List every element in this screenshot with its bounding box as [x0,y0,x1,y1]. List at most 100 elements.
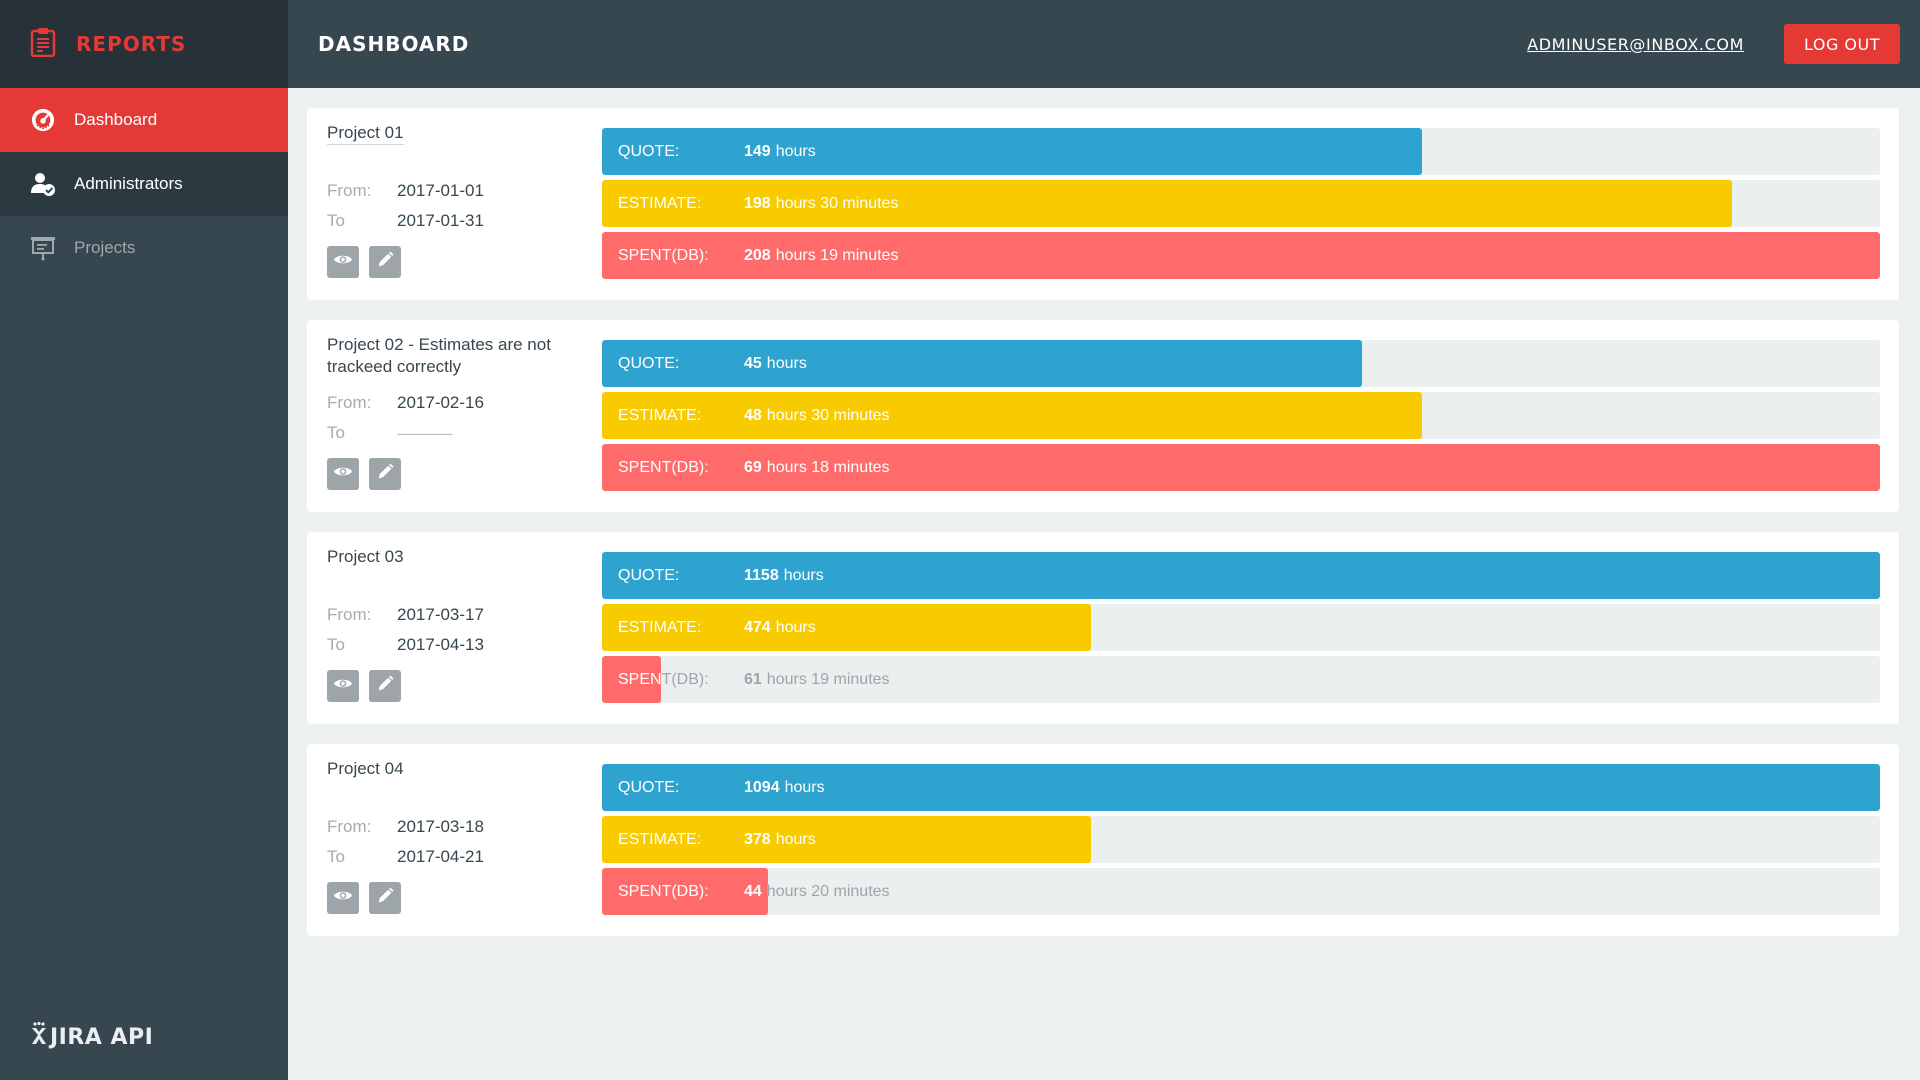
logout-button[interactable]: LOG OUT [1784,24,1900,64]
quote-bar-fill: QUOTE: 149 hours [602,128,1423,175]
user-check-icon [30,171,56,197]
to-label: To [327,423,345,442]
sidebar-item-projects[interactable]: Projects [0,216,288,280]
spent-bar-unit-text: hours 19 minutes [775,246,899,264]
jira-logo-icon [30,1021,50,1052]
to-row: To --------------- [327,418,484,448]
quote-bar-text: QUOTE: 45hours [602,340,1362,387]
estimate-bar-unit-text: hours [775,618,816,636]
spent-bar-hours-value: 44 [744,882,762,900]
estimate-bar-fill: ESTIMATE: 48 hours 30 minutes [602,392,1423,439]
project-info: Project 04 [327,758,582,780]
pencil-icon [376,674,394,698]
eye-icon [333,253,353,271]
estimate-bar-label: ESTIMATE: [618,830,702,848]
estimate-bar-text: ESTIMATE: 378hours [602,816,1091,863]
spent-bar-text: SPENT(DB): 44 hours 20 minutes [602,868,1880,915]
from-label: From: [327,181,372,200]
sidebar-item-label: Administrators [74,174,183,193]
spent-bar-track: SPENT(DB):61hours 19 minutesSPENT(DB): 61… [602,656,1880,703]
quote-bar-hours-value: 45 [744,354,762,372]
hours-bars: QUOTE:45hoursQUOTE:45hoursESTIMATE:48hou… [602,340,1880,496]
spent-bar-label: SPENT(DB): [618,882,709,900]
edit-button[interactable] [369,670,401,702]
quote-bar-hours-value: 1094 [744,778,780,796]
to-label: To [327,211,345,230]
from-row: From: 2017-02-16 [327,388,484,418]
sidebar-item-administrators[interactable]: Administrators [0,152,288,216]
quote-bar-label: QUOTE: [618,142,680,160]
pencil-icon [376,886,394,910]
estimate-bar-unit-text: hours 30 minutes [766,406,890,424]
spent-bar-track: SPENT(DB): 44 hours 20 minutesSPENT(DB): 44… [602,868,1880,915]
spent-bar-track: SPENT(DB): 208hours 19 minutesSPENT(DB): 2… [602,232,1880,279]
edit-button[interactable] [369,246,401,278]
estimate-bar-text: ESTIMATE: 198hours 30 minutes [602,180,1732,227]
sidebar-item-dashboard[interactable]: Dashboard [0,88,288,152]
to-row: To 2017-01-31 [327,206,484,236]
to-row: To 2017-04-21 [327,842,484,872]
spent-bar-unit-text: hours 20 minutes [767,883,768,901]
spent-bar-fill: SPENT(DB): 208 hours 19 minutes [602,232,1880,279]
project-dates: From: 2017-03-18 To 2017-04-21 [327,812,484,872]
view-button[interactable] [327,882,359,914]
estimate-bar-hours-value: 48 [744,406,762,424]
from-row: From: 2017-03-17 [327,600,484,630]
project-card-4: Project 04 From: 2017-03-18 To 2017-04-2… [307,744,1899,936]
spent-bar-fill: SPENT(DB):61hours 19 minutes [602,656,661,703]
quote-bar-unit-text: hours [783,566,824,584]
quote-bar-fill: QUOTE: 1094 hours [602,764,1880,811]
brand[interactable]: REPORTS [0,0,288,88]
presentation-board-icon [30,235,56,261]
quote-bar-track: QUOTE: 149hoursQUOTE: 149hours [602,128,1880,175]
to-date: 2017-04-21 [397,847,484,866]
project-title[interactable]: Project 03 [327,546,404,568]
from-label: From: [327,817,372,836]
view-button[interactable] [327,246,359,278]
spent-bar-hours-value: 69 [744,458,762,476]
estimate-bar-track: ESTIMATE: 48hours 30 minutesESTIMATE: 48ho… [602,392,1880,439]
pencil-icon [376,250,394,274]
estimate-bar-unit-text: hours [775,830,816,848]
sidebar-nav: Dashboard Administrators Projects [0,88,288,280]
quote-bar-text: QUOTE: 149hours [602,128,1422,175]
spent-bar-label: SPENT(DB): [618,246,709,264]
estimate-bar-hours-value: 378 [744,830,771,848]
spent-bar-text: SPENT(DB): 44 hours 20 minutes [602,868,768,915]
pencil-icon [376,462,394,486]
from-row: From: 2017-03-18 [327,812,484,842]
spent-bar-unit-text: hours 18 minutes [766,458,890,476]
spent-bar-text: SPENT(DB): 69hours 18 minutes [602,444,1880,491]
quote-bar-text: QUOTE: 1158hours [602,552,1880,599]
estimate-bar-unit-text: hours 30 minutes [775,194,899,212]
user-email-link[interactable]: ADMINUSER@INBOX.COM [1527,35,1744,54]
to-date: 2017-01-31 [397,211,484,230]
eye-icon [333,465,353,483]
sidebar-item-label: Projects [74,238,136,257]
view-button[interactable] [327,458,359,490]
to-date: --------------- [397,425,453,441]
estimate-bar-fill: ESTIMATE: 198 hours 30 minutes [602,180,1732,227]
to-row: To 2017-04-13 [327,630,484,660]
edit-button[interactable] [369,882,401,914]
quote-bar-hours-value: 1158 [744,566,779,584]
spent-bar-text: SPENT(DB):61hours 19 minutes [602,656,661,703]
estimate-bar-label: ESTIMATE: [618,406,702,424]
project-info: Project 03 [327,546,582,568]
footer-logo-text: JIRA API [50,1024,154,1050]
project-actions [327,670,401,702]
project-actions [327,882,401,914]
quote-bar-text: QUOTE: 1094hours [602,764,1880,811]
project-title[interactable]: Project 01 [327,122,404,145]
project-dates: From: 2017-01-01 To 2017-01-31 [327,176,484,236]
estimate-bar-track: ESTIMATE: 474hoursESTIMATE: 474hours [602,604,1880,651]
project-title[interactable]: Project 04 [327,758,404,780]
project-card-3: Project 03 From: 2017-03-17 To 2017-04-1… [307,532,1899,724]
spent-bar-label: SPENT(DB): [618,670,661,688]
spent-bar-hours-value: 61 [744,670,762,688]
edit-button[interactable] [369,458,401,490]
project-dates: From: 2017-03-17 To 2017-04-13 [327,600,484,660]
view-button[interactable] [327,670,359,702]
jira-api-logo: JIRA API [30,1021,154,1052]
project-title[interactable]: Project 02 - Estimates are not trackeed … [327,334,582,378]
